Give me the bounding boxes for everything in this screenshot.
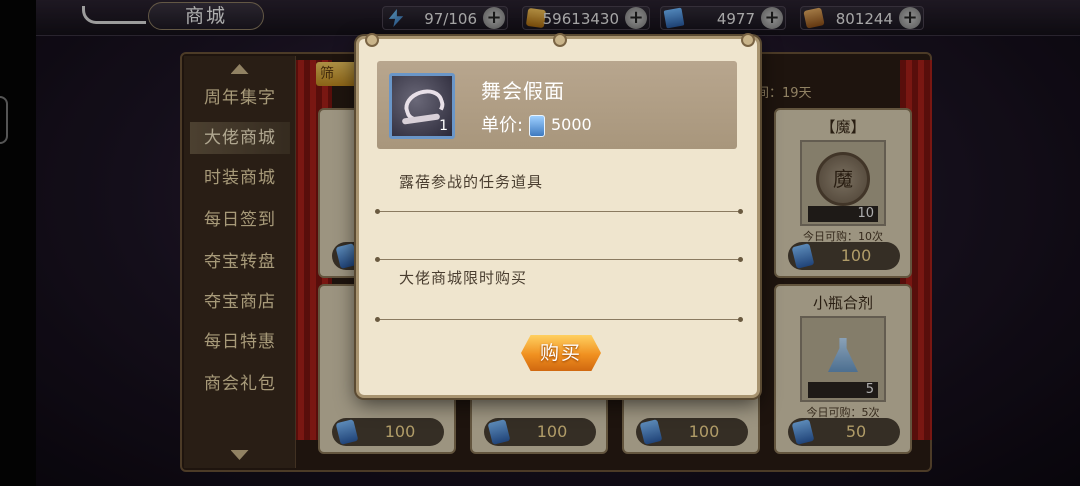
item-header: 1 舞会假面 单价: 5000 xyxy=(377,61,737,149)
purchase-dialog: 1 舞会假面 单价: 5000 露蓓参战的任务道具 大佬商城限时购买 购买 xyxy=(356,33,761,398)
divider xyxy=(375,317,743,322)
item-count: 1 xyxy=(439,118,448,134)
diamond-currency-icon xyxy=(529,115,545,137)
unit-price-value: 5000 xyxy=(551,115,592,134)
masquerade-mask-icon: 1 xyxy=(389,73,455,139)
item-name: 舞会假面 xyxy=(481,79,565,103)
purchase-note: 大佬商城限时购买 xyxy=(399,269,528,287)
game-screen: 商城 97/106 + 59613430 + 4977 + 801244 + 周… xyxy=(0,0,1080,486)
dialog-ornament xyxy=(357,33,761,47)
divider xyxy=(375,209,743,214)
buy-button[interactable]: 购买 xyxy=(521,335,601,371)
item-description: 露蓓参战的任务道具 xyxy=(399,173,544,191)
unit-price-label: 单价: xyxy=(481,115,524,136)
divider xyxy=(375,257,743,262)
